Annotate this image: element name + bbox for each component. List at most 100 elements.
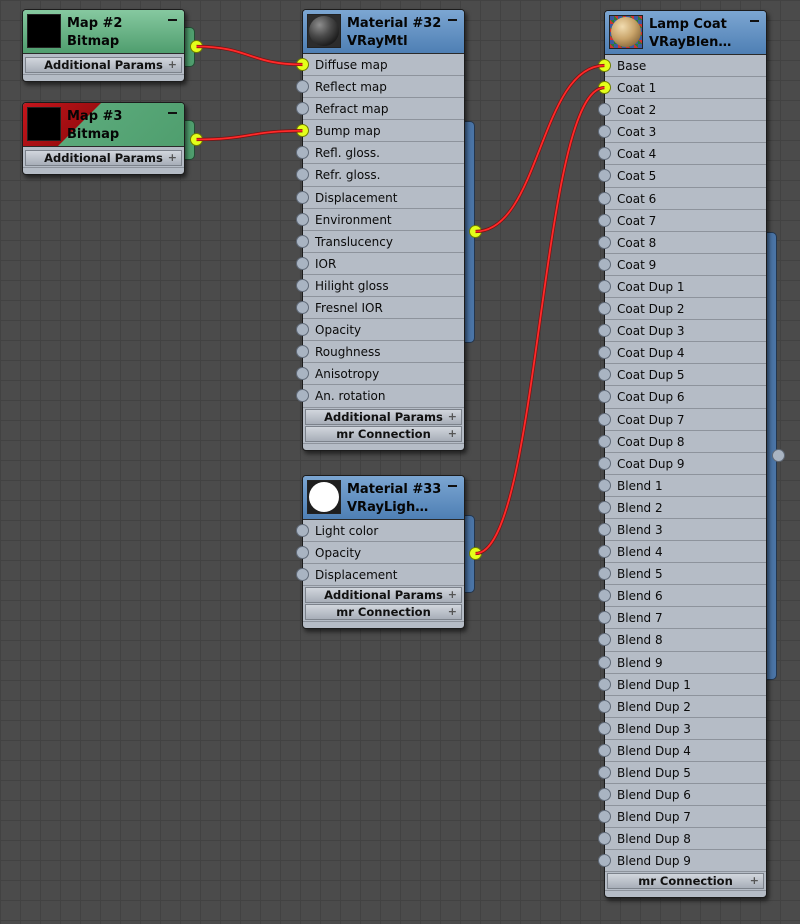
input-socket[interactable] xyxy=(296,80,309,94)
group-additional-params-button[interactable]: Additional Params + xyxy=(25,57,182,73)
slot-refract-map[interactable]: Refract map xyxy=(296,98,464,121)
slot-blend-dup-1[interactable]: Blend Dup 1 xyxy=(598,674,766,696)
slot-coat-dup-8[interactable]: Coat Dup 8 xyxy=(598,431,766,453)
output-socket[interactable] xyxy=(469,225,482,238)
slot-coat-dup-3[interactable]: Coat Dup 3 xyxy=(598,320,766,343)
input-socket[interactable] xyxy=(296,58,309,71)
input-socket[interactable] xyxy=(598,810,611,824)
collapse-icon[interactable] xyxy=(168,19,177,21)
slot-refl-gloss[interactable]: Refl. gloss. xyxy=(296,142,464,165)
collapse-icon[interactable] xyxy=(448,485,457,487)
slot-blend-dup-9[interactable]: Blend Dup 9 xyxy=(598,850,766,873)
input-socket[interactable] xyxy=(598,213,611,227)
node-header[interactable]: Material #32 VRayMtl xyxy=(303,10,464,54)
input-socket[interactable] xyxy=(598,788,611,802)
input-socket[interactable] xyxy=(598,500,611,514)
output-socket[interactable] xyxy=(469,547,482,560)
input-socket[interactable] xyxy=(598,832,611,846)
input-socket[interactable] xyxy=(296,168,309,182)
input-socket[interactable] xyxy=(598,655,611,669)
slot-blend-dup-8[interactable]: Blend Dup 8 xyxy=(598,828,766,851)
slot-anisotropy[interactable]: Anisotropy xyxy=(296,363,464,386)
slot-coat-5[interactable]: Coat 5 xyxy=(598,165,766,188)
input-socket[interactable] xyxy=(598,103,611,117)
slot-opacity[interactable]: Opacity xyxy=(296,542,464,565)
input-socket[interactable] xyxy=(598,279,611,293)
slot-blend-9[interactable]: Blend 9 xyxy=(598,652,766,674)
slot-translucency[interactable]: Translucency xyxy=(296,231,464,253)
node-lamp-coat[interactable]: Lamp Coat VRayBlen… Base Coat 1 Coat 2 Coat… xyxy=(598,10,767,899)
input-socket[interactable] xyxy=(598,522,611,536)
slot-coat-1[interactable]: Coat 1 xyxy=(598,77,766,100)
node-header[interactable]: Map #2 Bitmap xyxy=(23,10,184,54)
input-socket[interactable] xyxy=(598,368,611,382)
slot-fresnel-ior[interactable]: Fresnel IOR xyxy=(296,297,464,320)
slot-coat-2[interactable]: Coat 2 xyxy=(598,99,766,122)
input-socket[interactable] xyxy=(296,190,309,204)
input-socket[interactable] xyxy=(598,169,611,183)
slot-blend-dup-7[interactable]: Blend Dup 7 xyxy=(598,806,766,829)
slot-an-rotation[interactable]: An. rotation xyxy=(296,385,464,408)
input-socket[interactable] xyxy=(598,611,611,625)
slot-opacity[interactable]: Opacity xyxy=(296,319,464,342)
input-socket[interactable] xyxy=(598,324,611,338)
input-socket[interactable] xyxy=(598,191,611,205)
slot-coat-dup-7[interactable]: Coat Dup 7 xyxy=(598,409,766,431)
slot-blend-7[interactable]: Blend 7 xyxy=(598,607,766,630)
node-material-32[interactable]: Material #32 VRayMtl Diffuse map Reflect … xyxy=(296,9,465,451)
slot-displacement[interactable]: Displacement xyxy=(296,564,464,587)
slot-blend-6[interactable]: Blend 6 xyxy=(598,585,766,608)
group-mr-connection-button[interactable]: mr Connection + xyxy=(305,425,462,442)
input-socket[interactable] xyxy=(598,125,611,139)
input-socket[interactable] xyxy=(296,212,309,226)
group-mr-connection-button[interactable]: mr Connection + xyxy=(607,873,764,890)
group-additional-params-button[interactable]: Additional Params + xyxy=(25,150,182,166)
slot-blend-dup-5[interactable]: Blend Dup 5 xyxy=(598,762,766,785)
node-material-33[interactable]: Material #33 VRayLigh… Light color Opacit… xyxy=(296,475,465,630)
input-socket[interactable] xyxy=(296,124,309,138)
slot-light-color[interactable]: Light color xyxy=(296,520,464,543)
slot-coat-7[interactable]: Coat 7 xyxy=(598,210,766,232)
group-additional-params-button[interactable]: Additional Params + xyxy=(305,587,462,604)
slot-diffuse-map[interactable]: Diffuse map xyxy=(296,54,464,77)
input-socket[interactable] xyxy=(598,589,611,603)
input-socket[interactable] xyxy=(598,456,611,470)
input-socket[interactable] xyxy=(598,633,611,647)
slot-coat-dup-2[interactable]: Coat Dup 2 xyxy=(598,298,766,321)
input-socket[interactable] xyxy=(598,434,611,448)
input-socket[interactable] xyxy=(296,146,309,160)
slot-blend-2[interactable]: Blend 2 xyxy=(598,497,766,519)
slot-blend-8[interactable]: Blend 8 xyxy=(598,629,766,652)
input-socket[interactable] xyxy=(598,81,611,95)
input-socket[interactable] xyxy=(598,390,611,404)
input-socket[interactable] xyxy=(598,567,611,581)
input-socket[interactable] xyxy=(296,389,309,403)
input-socket[interactable] xyxy=(598,257,611,271)
node-map-3[interactable]: Map #3 Bitmap Additional Params + xyxy=(22,102,185,175)
slot-blend-1[interactable]: Blend 1 xyxy=(598,475,766,497)
slot-coat-dup-9[interactable]: Coat Dup 9 xyxy=(598,453,766,475)
input-socket[interactable] xyxy=(296,301,309,315)
slot-hilight-gloss[interactable]: Hilight gloss xyxy=(296,275,464,298)
slot-blend-3[interactable]: Blend 3 xyxy=(598,519,766,542)
input-socket[interactable] xyxy=(598,699,611,713)
input-socket[interactable] xyxy=(598,766,611,779)
input-socket[interactable] xyxy=(598,412,611,426)
slot-reflect-map[interactable]: Reflect map xyxy=(296,76,464,99)
slot-base[interactable]: Base xyxy=(598,55,766,78)
input-socket[interactable] xyxy=(598,545,611,559)
node-header[interactable]: Material #33 VRayLigh… xyxy=(303,476,464,520)
slot-environment[interactable]: Environment xyxy=(296,209,464,231)
slot-blend-dup-6[interactable]: Blend Dup 6 xyxy=(598,784,766,807)
slot-blend-dup-2[interactable]: Blend Dup 2 xyxy=(598,696,766,718)
input-socket[interactable] xyxy=(598,147,611,161)
slot-coat-3[interactable]: Coat 3 xyxy=(598,121,766,144)
node-header[interactable]: Map #3 Bitmap xyxy=(23,103,184,147)
output-socket[interactable] xyxy=(190,133,203,146)
slot-displacement[interactable]: Displacement xyxy=(296,187,464,209)
input-socket[interactable] xyxy=(598,59,611,72)
slot-coat-dup-1[interactable]: Coat Dup 1 xyxy=(598,276,766,299)
slot-blend-5[interactable]: Blend 5 xyxy=(598,563,766,586)
input-socket[interactable] xyxy=(296,524,309,537)
slot-coat-dup-6[interactable]: Coat Dup 6 xyxy=(598,386,766,409)
